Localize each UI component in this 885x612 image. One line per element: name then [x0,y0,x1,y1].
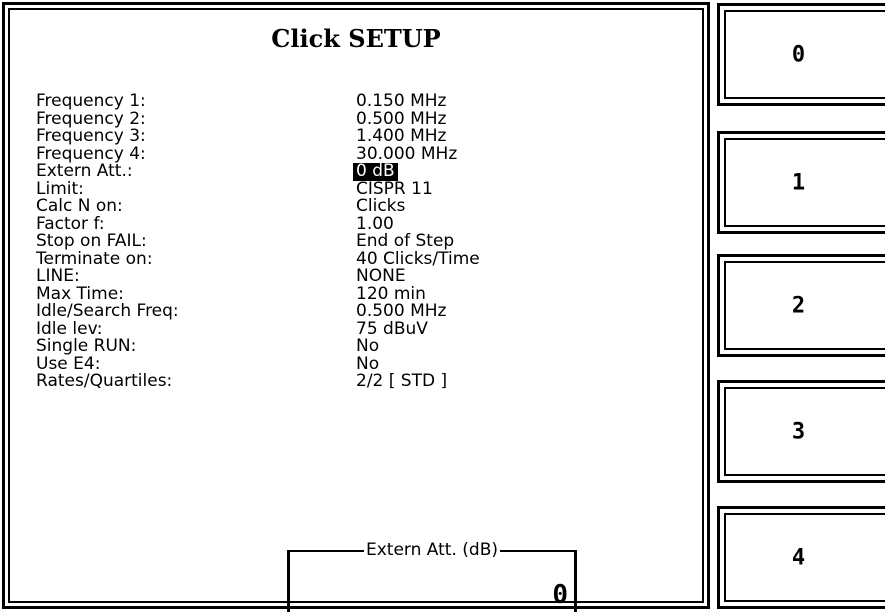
setting-label: Single RUN: [36,336,137,356]
setup-panel: Click SETUP Frequency 1: 0.150 MHz Frequ… [2,2,710,612]
setting-value[interactable]: NONE [356,267,406,286]
softkey-1[interactable]: 1 [717,131,885,234]
setting-label: Calc N on: [36,196,123,216]
setting-rates-quartiles[interactable]: Rates/Quartiles: 2/2 [ STD ] [36,371,692,391]
softkey-3[interactable]: 3 [717,380,885,483]
setting-idle-search-freq[interactable]: Idle/Search Freq: 0.500 MHz [36,301,692,321]
page-title: Click SETUP [271,24,441,53]
setting-frequency-3[interactable]: Frequency 3: 1.400 MHz [36,126,692,146]
softkey-0[interactable]: 0 [717,3,885,106]
softkey-2[interactable]: 2 [717,254,885,357]
settings-list: Frequency 1: 0.150 MHz Frequency 2: 0.50… [36,91,692,391]
setting-label: Idle/Search Freq: [36,301,179,321]
setting-value[interactable]: No [356,337,379,356]
entry-label: Extern Att. (dB) [364,540,500,560]
setting-frequency-1[interactable]: Frequency 1: 0.150 MHz [36,91,692,111]
setting-value[interactable]: 0.150 MHz [356,92,446,111]
setting-label: Frequency 3: [36,126,146,146]
softkey-label: 3 [791,419,806,444]
softkey-4[interactable]: 4 [717,506,885,609]
setting-stop-on-fail[interactable]: Stop on FAIL: End of Step [36,231,692,251]
softkey-column: 0 1 2 3 4 [717,0,885,610]
setting-extern-att[interactable]: Extern Att.: 0 dB [36,161,692,181]
softkey-label: 1 [791,170,806,195]
value-entry-box[interactable]: Extern Att. (dB) 0 [287,540,577,612]
setting-value[interactable]: 0.500 MHz [356,302,446,321]
setting-single-run[interactable]: Single RUN: No [36,336,692,356]
setting-value[interactable]: 2/2 [ STD ] [356,372,447,391]
setting-value-selected[interactable]: 0 dB [353,162,398,181]
softkey-label: 0 [791,42,806,67]
setting-label: Stop on FAIL: [36,231,147,251]
setting-value[interactable]: Clicks [356,197,405,216]
softkey-label: 4 [791,545,806,570]
softkey-label: 2 [791,293,806,318]
setting-line[interactable]: LINE: NONE [36,266,692,286]
setting-label: LINE: [36,266,80,286]
setting-label: Rates/Quartiles: [36,371,173,391]
setting-value[interactable]: 1.400 MHz [356,127,446,146]
setting-label: Frequency 1: [36,91,146,111]
entry-value[interactable]: 0 [552,580,568,610]
setup-panel-inner: Click SETUP Frequency 1: 0.150 MHz Frequ… [8,8,704,612]
setting-value[interactable]: End of Step [356,232,454,251]
setting-label: Extern Att.: [36,161,133,181]
setting-calc-n-on[interactable]: Calc N on: Clicks [36,196,692,216]
